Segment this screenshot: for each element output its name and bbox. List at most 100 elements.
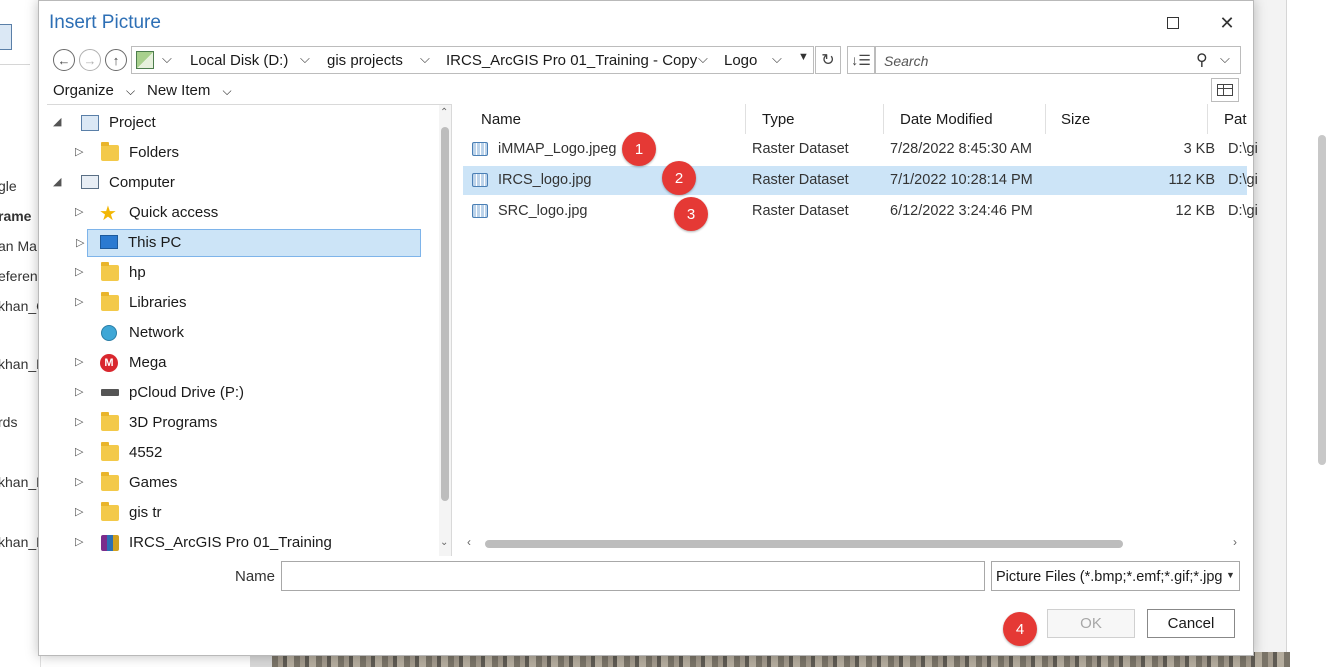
collapsed-arrow-icon[interactable]: ▷ — [75, 355, 83, 368]
tree-item-quick-access[interactable]: ▷ ★ Quick access — [47, 199, 451, 227]
monitor-icon — [100, 235, 118, 249]
forward-button[interactable]: → — [79, 49, 101, 71]
annotation-badge: 1 — [622, 132, 656, 166]
tree-item-label: 3D Programs — [129, 414, 218, 431]
chevron-down-icon[interactable]: ⌵ — [772, 51, 782, 67]
tree-item-hp[interactable]: ▷ hp — [47, 259, 451, 287]
scroll-up-icon[interactable]: ⌃ — [440, 107, 448, 118]
search-input[interactable] — [882, 50, 1186, 72]
tree-item-label: Mega — [129, 354, 167, 371]
search-box[interactable]: ⚲ ⌵ — [875, 46, 1241, 74]
collapsed-arrow-icon[interactable]: ▷ — [75, 205, 83, 218]
organize-menu[interactable]: Organize ⌵ — [53, 82, 135, 99]
breadcrumb-gis-projects[interactable]: gis projects — [327, 52, 403, 69]
tree-item-label: Project — [109, 114, 156, 131]
collapsed-arrow-icon[interactable]: ▷ — [75, 475, 83, 488]
chevron-down-icon[interactable]: ⌵ — [300, 51, 310, 67]
ok-button[interactable]: OK — [1047, 609, 1135, 638]
collapsed-arrow-icon[interactable]: ▷ — [75, 385, 83, 398]
column-header-path[interactable]: Pat — [1224, 111, 1247, 128]
chevron-down-icon[interactable]: ⌵ — [698, 51, 708, 67]
background-scroll-thumb[interactable] — [1318, 135, 1326, 465]
mega-icon: M — [100, 354, 118, 372]
tree-item-4552[interactable]: ▷ 4552 — [47, 439, 451, 467]
history-dropdown-icon[interactable]: ▼ — [798, 51, 809, 63]
file-type-select[interactable]: Picture Files (*.bmp;*.emf;*.gif;*.jpg ▼ — [991, 561, 1240, 591]
tree-item-label: 4552 — [129, 444, 163, 461]
file-list: Name Type Date Modified Size Pat iMMAP_L… — [451, 104, 1258, 555]
new-item-menu[interactable]: New Item ⌵ — [147, 82, 232, 99]
tree-item-folders[interactable]: ▷ Folders — [47, 139, 451, 167]
tree-item-games[interactable]: ▷ Games — [47, 469, 451, 497]
collapsed-arrow-icon[interactable]: ▷ — [75, 505, 83, 518]
close-button[interactable]: ✕ — [1207, 8, 1247, 38]
file-list-hscrollbar[interactable]: ‹ › — [463, 534, 1247, 552]
up-button[interactable]: ↑ — [105, 49, 127, 71]
arrow-right-icon: → — [83, 52, 97, 68]
refresh-button[interactable]: ↻ — [815, 46, 841, 74]
address-bar[interactable]: ⌵ Local Disk (D:) ⌵ gis projects ⌵ IRCS_… — [131, 46, 814, 74]
collapsed-arrow-icon[interactable]: ▷ — [76, 236, 84, 249]
tree-scrollbar[interactable]: ⌃ ⌄ — [439, 105, 451, 556]
hscroll-thumb[interactable] — [485, 540, 1123, 548]
scroll-right-icon[interactable]: › — [1233, 535, 1237, 549]
cancel-button[interactable]: Cancel — [1147, 609, 1235, 638]
tree-item-ircs-training[interactable]: ▷ IRCS_ArcGIS Pro 01_Training — [47, 529, 451, 556]
raster-dataset-icon — [472, 173, 488, 187]
tree-item-gis-tr[interactable]: ▷ gis tr — [47, 499, 451, 527]
breadcrumb-training-copy[interactable]: IRCS_ArcGIS Pro 01_Training - Copy — [446, 52, 697, 69]
search-icon[interactable]: ⚲ — [1196, 50, 1208, 70]
chevron-down-icon[interactable]: ⌵ — [420, 51, 430, 67]
column-header-type[interactable]: Type — [762, 111, 795, 128]
back-button[interactable]: ← — [53, 49, 75, 71]
chevron-down-icon[interactable]: ⌵ — [1220, 51, 1230, 67]
collapsed-arrow-icon[interactable]: ▷ — [75, 445, 83, 458]
maximize-button[interactable] — [1153, 8, 1193, 38]
background-text: gle — [0, 178, 17, 194]
file-name-input[interactable] — [281, 561, 985, 591]
collapsed-arrow-icon[interactable]: ▷ — [75, 415, 83, 428]
tree-item-this-pc[interactable]: ▷ This PC — [76, 229, 421, 257]
background-text: an Ma — [0, 238, 37, 254]
column-divider[interactable] — [1207, 104, 1208, 134]
file-name: IRCS_logo.jpg — [498, 172, 592, 188]
file-row[interactable]: iMMAP_Logo.jpeg Raster Dataset 7/28/2022… — [463, 135, 1258, 164]
tree-item-network[interactable]: Network — [47, 319, 451, 347]
tree-item-libraries[interactable]: ▷ Libraries — [47, 289, 451, 317]
tree-item-pcloud[interactable]: ▷ pCloud Drive (P:) — [47, 379, 451, 407]
chevron-down-icon: ⌵ — [126, 84, 136, 98]
column-divider[interactable] — [745, 104, 746, 134]
breadcrumb-logo[interactable]: Logo — [724, 52, 757, 69]
column-header-name[interactable]: Name — [481, 111, 521, 128]
view-options-button[interactable] — [1211, 78, 1239, 102]
tree-item-label: Network — [129, 324, 185, 341]
collapsed-arrow-icon[interactable]: ▷ — [75, 535, 83, 548]
column-header-date[interactable]: Date Modified — [900, 111, 993, 128]
collapsed-arrow-icon[interactable]: ▷ — [75, 295, 83, 308]
tree-scroll-thumb[interactable] — [441, 127, 449, 501]
folder-icon — [101, 472, 119, 491]
column-header-size[interactable]: Size — [1061, 111, 1090, 128]
organize-label: Organize — [53, 82, 114, 99]
tree-item-computer[interactable]: ◢ Computer — [47, 169, 451, 197]
scroll-left-icon[interactable]: ‹ — [467, 535, 471, 549]
tree-item-label: pCloud Drive (P:) — [129, 384, 245, 401]
expanded-arrow-icon[interactable]: ◢ — [53, 175, 61, 188]
tree-item-mega[interactable]: ▷ M Mega — [47, 349, 451, 377]
chevron-down-icon[interactable]: ⌵ — [162, 51, 172, 67]
expanded-arrow-icon[interactable]: ◢ — [53, 115, 61, 128]
collapsed-arrow-icon[interactable]: ▷ — [75, 145, 83, 158]
insert-picture-dialog: Insert Picture ✕ ← → ↑ ⌵ Local Disk (D:)… — [38, 0, 1258, 656]
file-date: 7/1/2022 10:28:14 PM — [890, 172, 1033, 188]
sort-button[interactable]: ↓☰ — [847, 46, 875, 74]
tree-item-project[interactable]: ◢ Project — [47, 109, 451, 137]
column-divider[interactable] — [1045, 104, 1046, 134]
tree-item-3d-programs[interactable]: ▷ 3D Programs — [47, 409, 451, 437]
collapsed-arrow-icon[interactable]: ▷ — [75, 265, 83, 278]
file-row[interactable]: SRC_logo.jpg Raster Dataset 6/12/2022 3:… — [463, 197, 1258, 226]
column-divider[interactable] — [883, 104, 884, 134]
scroll-down-icon[interactable]: ⌄ — [440, 537, 448, 548]
file-row[interactable]: IRCS_logo.jpg Raster Dataset 7/1/2022 10… — [463, 166, 1258, 195]
breadcrumb-local-disk[interactable]: Local Disk (D:) — [190, 52, 288, 69]
close-icon: ✕ — [1219, 12, 1235, 33]
